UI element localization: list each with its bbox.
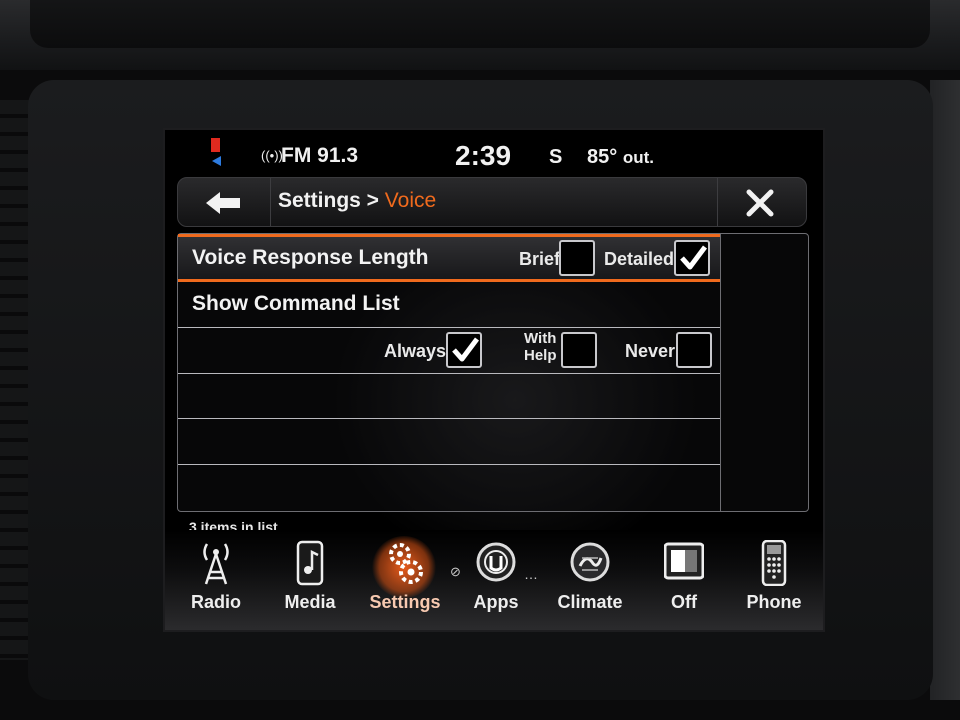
nav-label-phone: Phone [746,592,802,612]
checkbox-always[interactable] [446,332,482,368]
option-label-with: With [524,330,557,347]
checkmark-icon [452,337,479,362]
close-button[interactable] [717,178,807,226]
nav-label-radio: Radio [190,592,241,612]
checkbox-with-help[interactable] [561,332,597,368]
dashboard-trim [0,0,960,70]
checkmark-icon [680,245,707,270]
back-button[interactable] [178,178,271,226]
clock: 2:39 [455,140,512,171]
nav-label-media: Media [284,592,336,612]
apps-icon [476,542,516,582]
gears-icon [389,543,423,584]
nav-media[interactable]: Media [264,530,356,620]
nav-apps[interactable]: ⊘ … Apps [450,530,542,620]
nav-label-climate: Climate [557,592,623,612]
outside-temperature: 85° out. [587,146,654,169]
settings-list: Voice Response Length Brief Detailed Sho… [177,233,809,512]
nav-radio[interactable]: Radio [170,530,262,620]
signal-indicator-icon [211,138,220,152]
checkbox-never[interactable] [676,332,712,368]
option-label-detailed: Detailed [604,249,675,269]
list-item-label: Voice Response Length [192,246,429,269]
nav-climate[interactable]: Climate [544,530,636,620]
settings-header: Settings > Voice [177,177,807,227]
option-label-help: Help [524,347,557,364]
nav-phone[interactable]: Phone [728,530,820,620]
nav-label-off: Off [671,592,697,612]
checkbox-brief[interactable] [559,240,595,276]
infotainment-screen: ((•)) FM 91.3 2:39 S 85° out. Settings >… [163,128,825,632]
breadcrumb: Settings > Voice [278,189,436,213]
option-label-always: Always [384,341,447,361]
option-label-never: Never [625,341,676,361]
breadcrumb-current: Voice [384,189,437,212]
radio-station[interactable]: FM 91.3 [281,144,358,168]
option-label-brief: Brief [519,249,561,269]
temperature-suffix: out. [622,148,654,167]
nav-label-settings: Settings [369,592,441,612]
status-bar: ((•)) FM 91.3 2:39 S 85° out. [165,130,823,180]
radio-tower-icon [203,543,229,585]
display-off-icon [664,542,704,580]
signal-indicator-icon [212,156,221,166]
scrollbar-track[interactable] [720,234,721,511]
back-arrow-icon [206,192,240,214]
option-label-with-help: With Help [524,330,557,364]
climate-icon [570,542,610,582]
media-icon [296,540,324,586]
checkbox-detailed[interactable] [674,240,710,276]
broadcast-icon: ((•)) [261,148,283,163]
compass-heading: S [549,146,563,168]
list-item-show-command-list[interactable]: Show Command List [192,292,400,316]
temperature-value: 85° [587,146,618,168]
dashboard-side-trim [930,80,960,700]
breadcrumb-parent[interactable]: Settings > [278,189,379,212]
nav-settings[interactable]: Settings [359,530,451,620]
close-icon [746,189,774,217]
bottom-nav: Radio Media Settings ⊘ … Apps Climate Of… [165,530,823,630]
phone-icon [761,540,787,586]
air-vent [0,100,30,660]
nav-label-apps: Apps [473,592,519,612]
nav-off[interactable]: Off [638,530,730,620]
